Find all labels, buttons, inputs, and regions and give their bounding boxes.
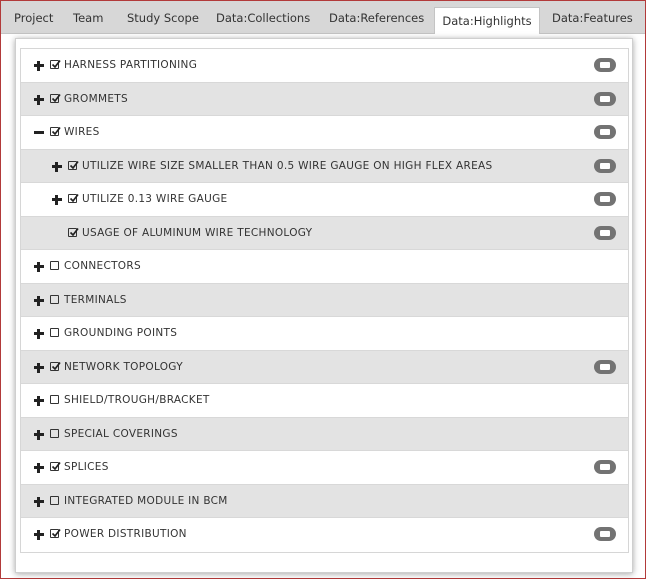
tab-bar: Project Team Study Scope Data:Collections Da… [1,1,645,34]
tree-item-label: INTEGRATED MODULE IN BCM [64,494,228,507]
tree-row[interactable]: GROUNDING POINTS [21,317,628,351]
plus-icon[interactable] [33,495,45,507]
tree-row[interactable]: POWER DISTRIBUTION [21,518,628,552]
tab-data-features[interactable]: Data:Features [552,1,633,33]
tab-data-references[interactable]: Data:References [329,1,424,33]
tree-item-label: SHIELD/TROUGH/BRACKET [64,394,210,406]
tree-row[interactable]: SPLICES [21,451,628,485]
tree-row[interactable]: WIRES [21,116,628,150]
tree-row[interactable]: HARNESS PARTITIONING [21,49,628,83]
comment-bubble-icon[interactable] [594,91,616,106]
comment-bubble-icon[interactable] [594,158,616,173]
plus-icon[interactable] [51,193,63,205]
tab-data-collections[interactable]: Data:Collections [216,1,310,33]
plus-icon[interactable] [33,394,45,406]
highlights-panel: HARNESS PARTITIONING GROMMETS WIRES UTILIZE… [15,38,633,573]
window-frame: Project Team Study Scope Data:Collections Da… [0,0,646,579]
comment-bubble-icon[interactable] [594,527,616,541]
checked-box-icon[interactable] [50,528,61,538]
tree-row[interactable]: USAGE OF ALUMINUM WIRE TECHNOLOGY [21,216,628,250]
plus-icon[interactable] [33,59,45,71]
checked-box-icon[interactable] [50,361,61,371]
empty-box-icon[interactable] [50,261,59,270]
comment-bubble-icon[interactable] [594,359,616,374]
tree-item-label: UTILIZE 0.13 WIRE GAUGE [82,193,228,205]
comment-bubble-icon[interactable] [594,460,616,474]
tab-team[interactable]: Team [73,1,103,33]
empty-box-icon[interactable] [50,495,59,505]
tree-item-label: HARNESS PARTITIONING [64,59,198,71]
tree-row[interactable]: GROMMETS [21,82,628,116]
empty-box-icon[interactable] [50,428,59,438]
comment-bubble-icon[interactable] [594,58,616,72]
tree-item-label: UTILIZE WIRE SIZE SMALLER THAN 0.5 WIRE … [82,159,493,172]
tree-row[interactable]: SHIELD/TROUGH/BRACKET [21,384,628,418]
plus-icon[interactable] [33,294,45,306]
tree-item-label: SPLICES [64,461,109,473]
checked-box-icon[interactable] [50,59,61,69]
tree-item-label: TERMINALS [64,293,127,306]
plus-icon[interactable] [33,260,45,272]
tree-row[interactable]: SPECIAL COVERINGS [21,417,628,451]
empty-box-icon[interactable] [50,328,59,337]
tree-item-label: GROMMETS [64,92,128,105]
empty-box-icon[interactable] [50,395,59,404]
plus-icon[interactable] [33,361,45,373]
empty-box-icon[interactable] [50,294,59,304]
tree-item-label: CONNECTORS [64,260,141,272]
tab-data-highlights[interactable]: Data:Highlights [434,7,540,34]
tree-item-label: GROUNDING POINTS [64,327,178,339]
plus-icon[interactable] [33,528,45,540]
highlights-tree: HARNESS PARTITIONING GROMMETS WIRES UTILIZE… [20,48,629,553]
tree-item-label: NETWORK TOPOLOGY [64,360,183,373]
tab-project[interactable]: Project [14,1,53,33]
tree-item-label: USAGE OF ALUMINUM WIRE TECHNOLOGY [82,226,313,239]
checked-box-icon[interactable] [50,93,61,103]
plus-icon[interactable] [33,428,45,440]
minus-icon[interactable] [33,126,45,138]
tab-study-scope[interactable]: Study Scope [127,1,199,33]
checked-box-icon[interactable] [68,160,79,170]
tree-row[interactable]: CONNECTORS [21,250,628,284]
tree-row[interactable]: NETWORK TOPOLOGY [21,350,628,384]
checked-box-icon[interactable] [50,461,61,471]
plus-icon[interactable] [33,327,45,339]
tree-row[interactable]: UTILIZE 0.13 WIRE GAUGE [21,183,628,217]
comment-bubble-icon[interactable] [594,192,616,206]
tree-row[interactable]: TERMINALS [21,283,628,317]
plus-icon[interactable] [33,461,45,473]
comment-bubble-icon[interactable] [594,225,616,240]
plus-icon[interactable] [51,160,63,172]
checked-box-icon[interactable] [68,227,79,237]
tree-row[interactable]: INTEGRATED MODULE IN BCM [21,484,628,518]
checked-box-icon[interactable] [68,193,79,203]
plus-icon[interactable] [33,93,45,105]
tree-row[interactable]: UTILIZE WIRE SIZE SMALLER THAN 0.5 WIRE … [21,149,628,183]
checked-box-icon[interactable] [50,126,61,136]
comment-bubble-icon[interactable] [594,125,616,139]
tree-item-label: POWER DISTRIBUTION [64,528,187,540]
tree-item-label: WIRES [64,126,100,138]
tree-item-label: SPECIAL COVERINGS [64,427,178,440]
